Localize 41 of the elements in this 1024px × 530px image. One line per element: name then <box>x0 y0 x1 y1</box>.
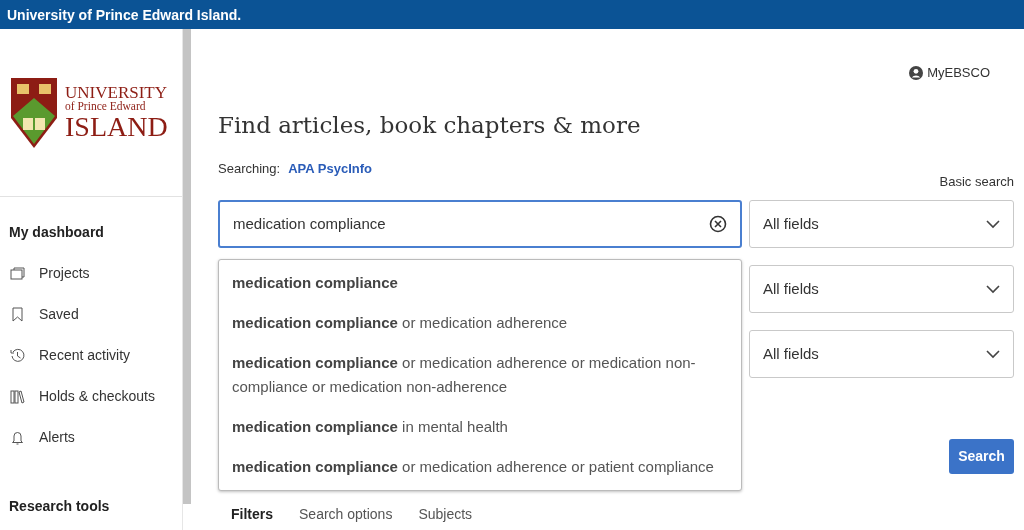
scrollbar[interactable] <box>183 29 191 504</box>
suggestion-item[interactable]: medication compliance or medication adherence or medication non-compliance or medication non-adherence <box>219 343 741 407</box>
tab[interactable]: Search options <box>286 504 406 526</box>
tab[interactable]: Subjects <box>405 504 486 526</box>
account-icon[interactable] <box>909 65 924 80</box>
logo-text: of Prince Edward <box>65 101 147 113</box>
search-button[interactable]: Search <box>949 439 1014 475</box>
page-heading: Find articles, book chapters & more <box>218 112 642 140</box>
tab[interactable]: Filters <box>218 504 286 526</box>
section-heading: Research tools <box>9 498 110 514</box>
field-select[interactable]: All fields <box>749 265 1014 314</box>
sidebar-item[interactable]: Saved <box>39 304 79 325</box>
database-link[interactable]: APA PsycInfo <box>288 158 372 179</box>
chevron-down-icon <box>986 284 1000 294</box>
books-icon[interactable] <box>10 389 25 404</box>
clear-icon[interactable] <box>709 215 727 234</box>
institution-title: University of Prince Edward Island. <box>7 7 242 23</box>
sidebar-item[interactable]: Recent activity <box>39 345 131 366</box>
logo-text: UNIVERSITY <box>65 84 168 102</box>
searching-label: Searching: <box>218 159 281 178</box>
sidebar-item[interactable]: Projects <box>39 263 90 284</box>
bell-icon[interactable] <box>10 430 25 445</box>
search-field[interactable]: medication compliance <box>218 200 742 249</box>
chevron-down-icon <box>986 349 1000 359</box>
folders-icon[interactable] <box>10 266 25 281</box>
crest-icon <box>11 77 57 148</box>
suggestion-item[interactable]: medication compliance or medication adherence <box>219 303 741 343</box>
suggestion-item[interactable]: medication compliance in mental health <box>219 407 741 447</box>
field-select[interactable]: All fields <box>749 200 1014 249</box>
chevron-down-icon <box>986 219 1000 229</box>
section-heading: My dashboard <box>9 224 104 240</box>
sidebar-item[interactable]: Holds & checkouts <box>39 386 155 407</box>
field-select[interactable]: All fields <box>749 330 1014 379</box>
suggestion-item[interactable]: medication compliance <box>219 263 741 303</box>
account-link[interactable]: MyEBSCO <box>927 62 990 83</box>
basic-search-link[interactable]: Basic search <box>939 171 1014 192</box>
suggestion-item[interactable]: medication compliance or medication adherence or patient compliance <box>219 447 741 487</box>
sidebar-item[interactable]: Alerts <box>39 427 75 448</box>
bookmark-icon[interactable] <box>10 307 25 322</box>
history-icon[interactable] <box>10 348 25 363</box>
logo-text: ISLAND <box>65 112 168 141</box>
